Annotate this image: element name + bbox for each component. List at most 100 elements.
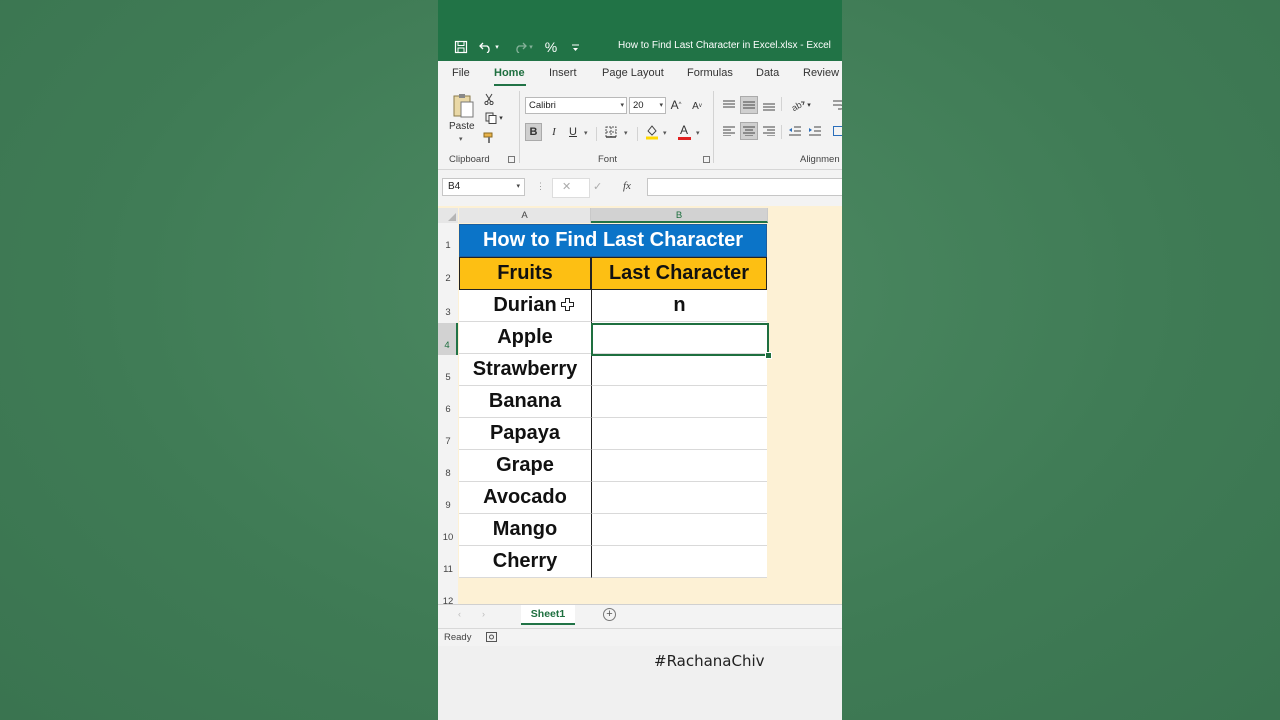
cell-fruit[interactable]: Papaya — [459, 418, 591, 450]
cell-fruit[interactable]: Cherry — [459, 546, 591, 578]
tab-data[interactable]: Data — [756, 67, 779, 79]
row-header-8[interactable]: 8 — [438, 451, 458, 483]
scroll-tabs-left-icon[interactable]: ‹ — [458, 609, 461, 619]
percent-button[interactable]: % — [543, 38, 559, 56]
enter-icon[interactable]: ✓ — [593, 180, 602, 193]
align-center-icon[interactable] — [740, 122, 758, 140]
tab-page-layout[interactable]: Page Layout — [602, 67, 664, 79]
tab-insert[interactable]: Insert — [549, 67, 577, 79]
tab-review[interactable]: Review — [803, 67, 839, 79]
cancel-icon[interactable]: ✕ — [562, 180, 571, 193]
row-header-1[interactable]: 1 — [438, 223, 458, 256]
title-cell[interactable]: How to Find Last Character — [459, 224, 767, 257]
tab-file[interactable]: File — [452, 67, 470, 79]
separator — [637, 127, 638, 141]
cell-fruit[interactable]: Strawberry — [459, 354, 591, 386]
align-left-icon[interactable] — [721, 123, 737, 139]
underline-dropdown-icon[interactable]: ▾ — [584, 129, 588, 137]
cell-last-character[interactable] — [591, 354, 767, 386]
shrink-font-button[interactable]: Av — [690, 97, 704, 115]
tab-formulas[interactable]: Formulas — [687, 67, 733, 79]
fill-handle[interactable] — [765, 352, 772, 359]
separator — [519, 91, 520, 163]
increase-indent-icon[interactable] — [807, 123, 823, 139]
cell-last-character[interactable] — [591, 386, 767, 418]
cell-fruit[interactable]: Apple — [459, 322, 591, 354]
row-header-7[interactable]: 7 — [438, 419, 458, 451]
font-name-combo[interactable]: Calibri ▾ — [525, 97, 627, 114]
top-align-icon[interactable] — [721, 97, 737, 113]
font-color-icon[interactable]: A — [676, 122, 692, 142]
ribbon: Paste ▾ ▾ Clipboard Calibri ▾ 20 ▾ A ^ Av B… — [438, 87, 842, 170]
cell-last-character[interactable] — [591, 546, 767, 578]
cut-icon[interactable] — [482, 92, 496, 106]
cell-last-character[interactable] — [591, 514, 767, 546]
bold-button[interactable]: B — [525, 123, 542, 141]
header-last-character[interactable]: Last Character — [591, 257, 767, 290]
save-icon[interactable] — [452, 38, 470, 56]
spreadsheet-grid[interactable]: A B How to Find Last Character Fruits La… — [438, 206, 842, 607]
scroll-tabs-right-icon[interactable]: › — [482, 609, 485, 619]
name-box[interactable]: B4 ▾ — [442, 178, 525, 196]
clipboard-launcher-icon[interactable] — [508, 156, 515, 163]
borders-dropdown-icon[interactable]: ▾ — [624, 129, 628, 137]
row-header-6[interactable]: 6 — [438, 387, 458, 419]
font-color-dropdown-icon[interactable]: ▾ — [696, 129, 700, 137]
new-sheet-icon[interactable]: + — [603, 608, 616, 621]
row-header-2[interactable]: 2 — [438, 256, 458, 290]
cell-fruit[interactable]: Mango — [459, 514, 591, 546]
row-header-4[interactable]: 4 — [438, 323, 458, 355]
customize-qat-icon[interactable] — [568, 38, 582, 56]
paste-dropdown-icon[interactable]: ▾ — [459, 135, 463, 143]
fill-color-dropdown-icon[interactable]: ▾ — [663, 129, 667, 137]
cell-last-character[interactable]: n — [591, 290, 767, 322]
insert-function-icon[interactable]: fx — [623, 180, 631, 192]
borders-icon[interactable] — [604, 124, 618, 140]
separator — [781, 125, 782, 139]
middle-align-icon[interactable] — [740, 96, 758, 114]
column-header-a[interactable]: A — [459, 208, 591, 223]
row-header-3[interactable]: 3 — [438, 290, 458, 323]
cell-fruit[interactable]: Grape — [459, 450, 591, 482]
bottom-area: #RachanaChiv — [438, 646, 842, 720]
cell-fruit[interactable]: Banana — [459, 386, 591, 418]
align-right-icon[interactable] — [761, 123, 777, 139]
row-header-11[interactable]: 11 — [438, 547, 458, 579]
font-size-combo[interactable]: 20 ▾ — [629, 97, 666, 114]
row-header-10[interactable]: 10 — [438, 515, 458, 547]
tab-home[interactable]: Home — [494, 67, 525, 79]
top-green-band — [438, 0, 842, 33]
cell-last-character[interactable] — [591, 418, 767, 450]
redo-icon[interactable]: ▾ — [510, 38, 536, 56]
bottom-align-icon[interactable] — [761, 98, 777, 114]
underline-button[interactable]: U — [566, 123, 580, 141]
row-header-9[interactable]: 9 — [438, 483, 458, 515]
cell-last-character[interactable] — [591, 482, 767, 514]
accessibility-icon[interactable] — [486, 632, 497, 645]
formula-input[interactable] — [647, 178, 842, 196]
row-header-12[interactable]: 12 — [438, 579, 458, 607]
select-all-corner[interactable] — [438, 208, 458, 223]
paste-label[interactable]: Paste — [449, 121, 475, 132]
header-fruits[interactable]: Fruits — [459, 257, 591, 290]
cell-fruit[interactable]: Avocado — [459, 482, 591, 514]
paste-icon[interactable] — [450, 92, 476, 120]
column-header-b[interactable]: B — [591, 208, 768, 223]
format-painter-icon[interactable] — [482, 131, 496, 145]
row-header-5[interactable]: 5 — [438, 355, 458, 387]
sheet-tab-sheet1[interactable]: Sheet1 — [521, 605, 575, 625]
active-tab-indicator — [494, 84, 526, 86]
decrease-indent-icon[interactable] — [787, 123, 803, 139]
cell-last-character[interactable] — [591, 322, 767, 354]
font-launcher-icon[interactable] — [703, 156, 710, 163]
undo-icon[interactable]: ▾ — [476, 38, 502, 56]
orientation-icon[interactable]: ab ▾ — [787, 96, 815, 114]
italic-button[interactable]: I — [547, 123, 561, 141]
cell-last-character[interactable] — [591, 450, 767, 482]
copy-icon[interactable]: ▾ — [482, 111, 506, 125]
wrap-text-icon[interactable] — [831, 96, 842, 114]
font-group-label: Font — [598, 154, 618, 165]
grow-font-button[interactable]: A ^ — [669, 96, 683, 114]
fill-color-icon[interactable] — [644, 123, 660, 141]
merge-center-icon[interactable] — [831, 123, 842, 139]
